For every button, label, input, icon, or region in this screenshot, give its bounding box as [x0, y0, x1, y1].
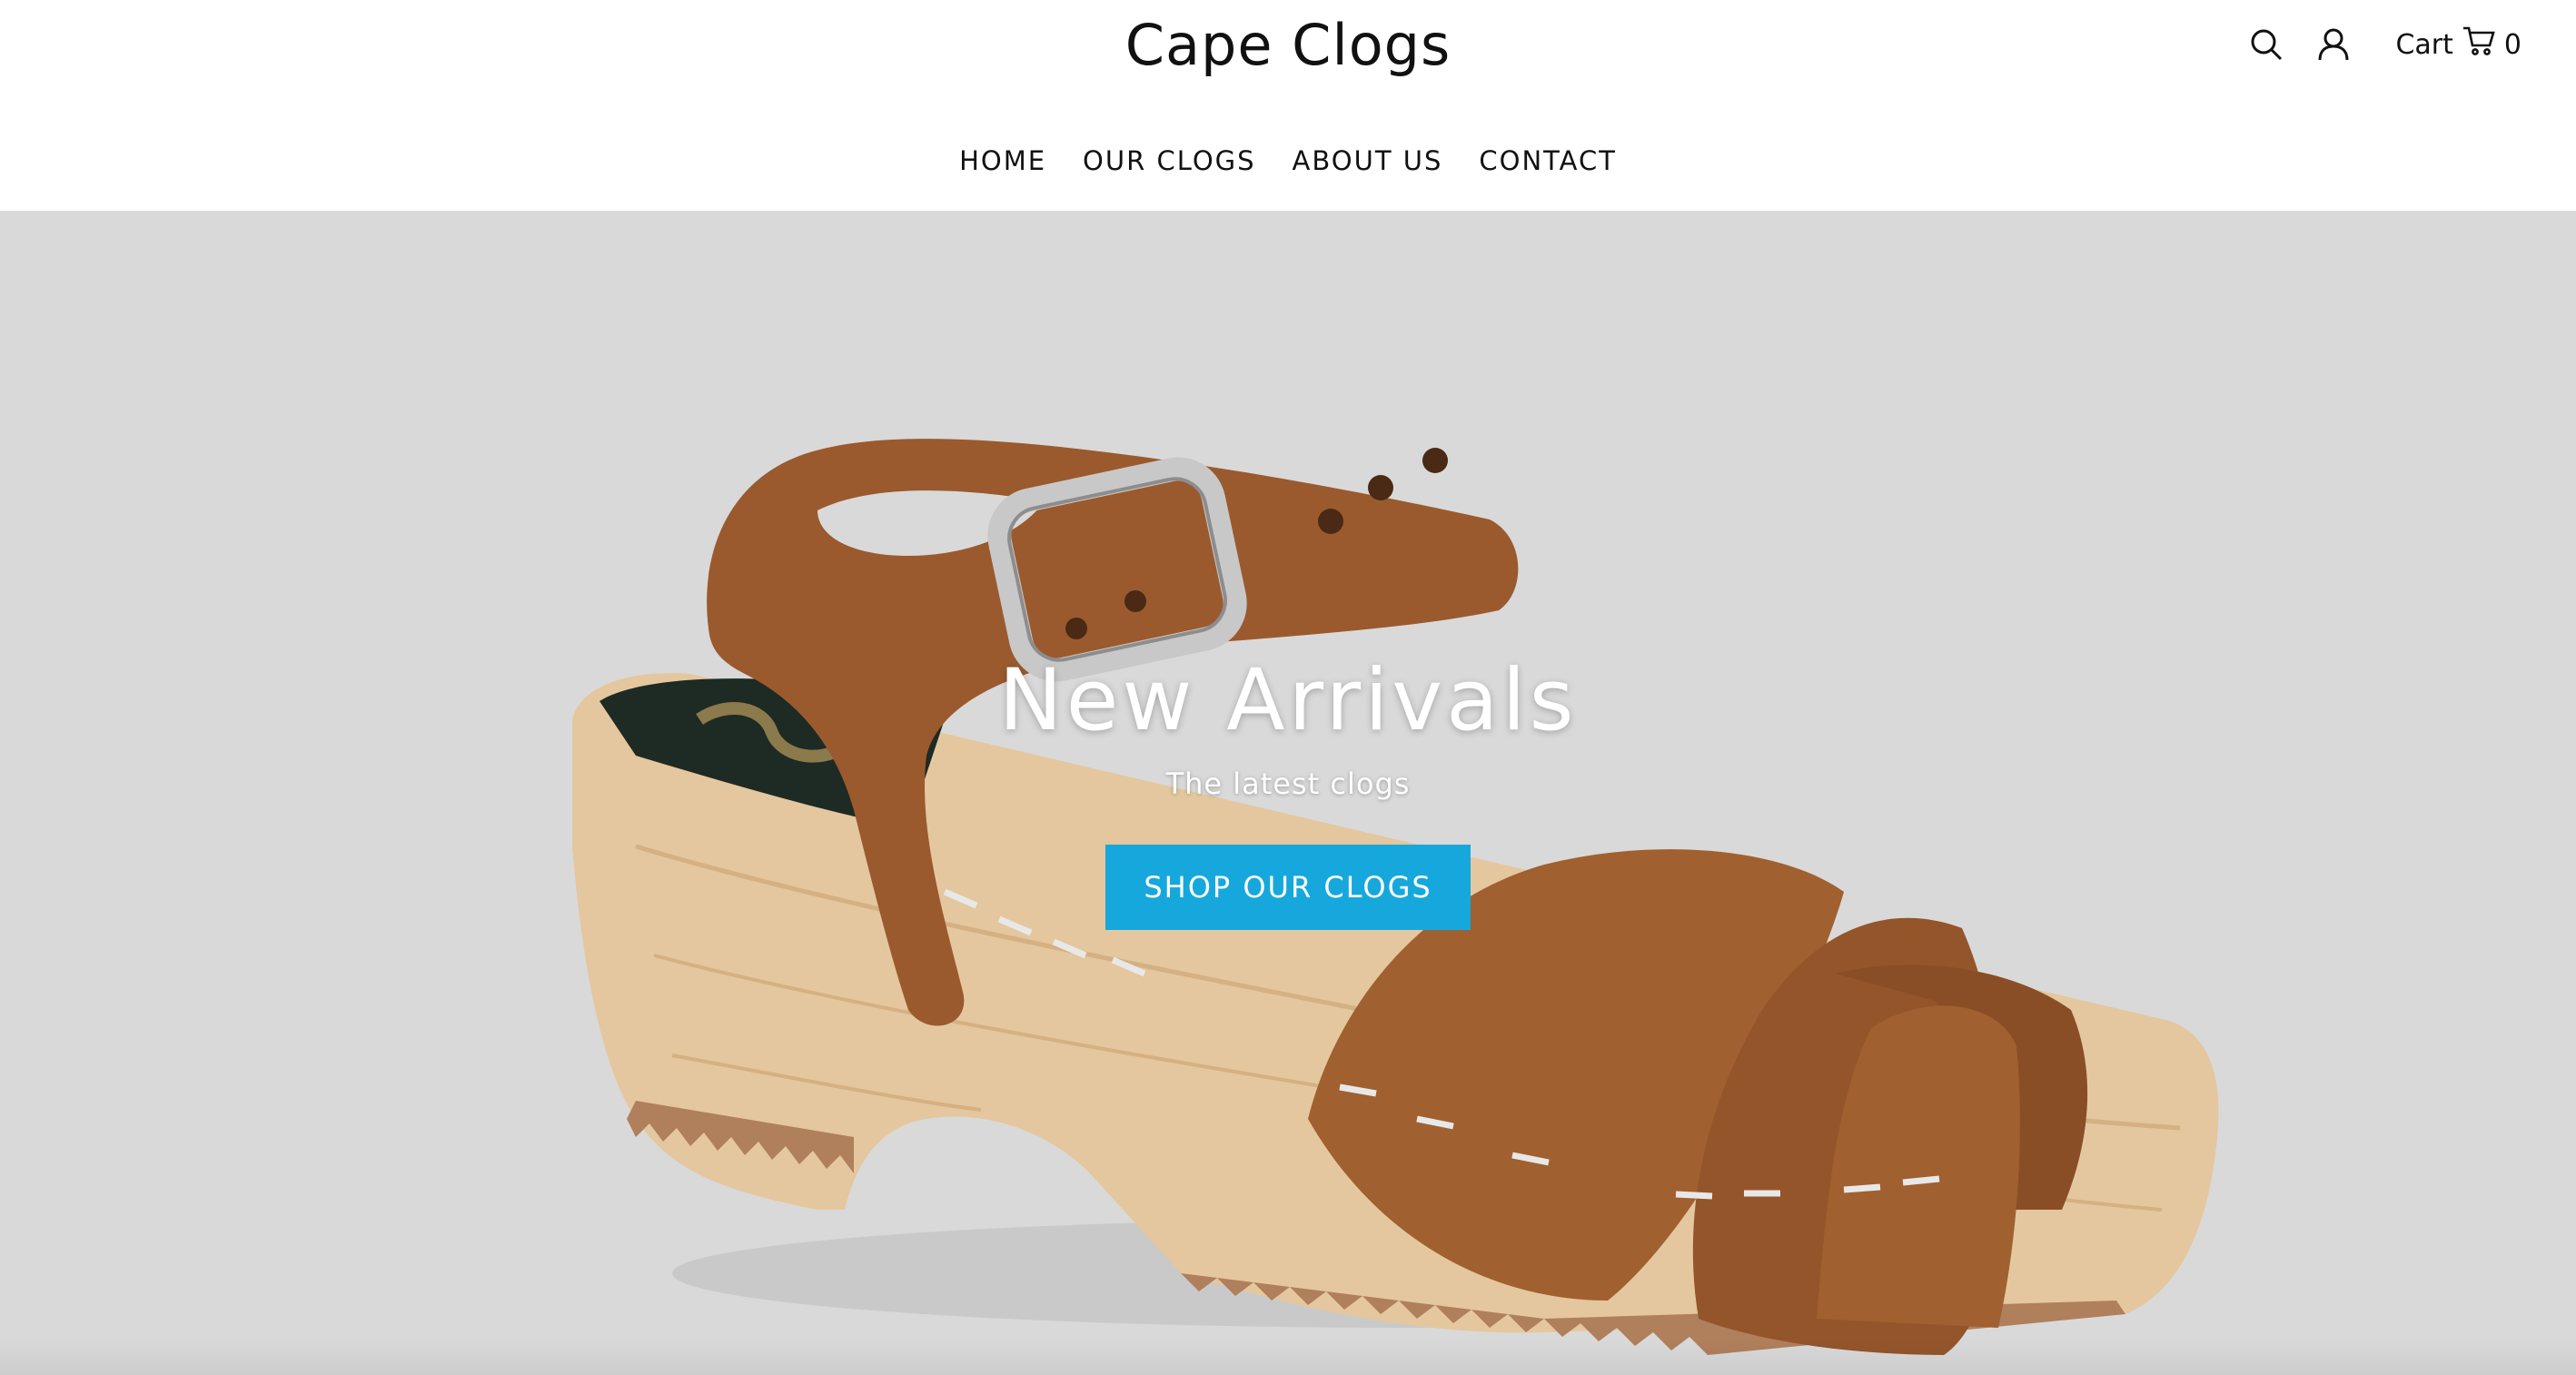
header-actions: Cart 0 — [2244, 20, 2522, 69]
main-nav: HOME OUR CLOGS ABOUT US CONTACT — [0, 145, 2576, 176]
account-icon[interactable] — [2312, 23, 2355, 66]
hero-banner: New Arrivals The latest clogs SHOP OUR C… — [0, 211, 2576, 1375]
shop-our-clogs-button[interactable]: SHOP OUR CLOGS — [1105, 845, 1471, 930]
nav-item-about-us[interactable]: ABOUT US — [1293, 145, 1443, 176]
cart-count: 0 — [2503, 28, 2522, 61]
hero-bottom-fade — [0, 1339, 2576, 1375]
cart-icon — [2462, 25, 2495, 64]
cart-label: Cart — [2395, 28, 2453, 61]
nav-item-home[interactable]: HOME — [959, 145, 1046, 176]
site-header: Cape Clogs Cart 0 HOME OUR CLOGS ABOUT U… — [0, 0, 2576, 211]
nav-item-contact[interactable]: CONTACT — [1479, 145, 1617, 176]
hero-content: New Arrivals The latest clogs SHOP OUR C… — [0, 647, 2576, 930]
search-icon[interactable] — [2244, 23, 2288, 66]
hero-title: New Arrivals — [998, 651, 1578, 750]
site-logo[interactable]: Cape Clogs — [0, 9, 2576, 82]
nav-item-our-clogs[interactable]: OUR CLOGS — [1083, 145, 1256, 176]
hero-subtitle: The latest clogs — [1165, 767, 1411, 801]
cart-link[interactable]: Cart 0 — [2395, 25, 2522, 64]
